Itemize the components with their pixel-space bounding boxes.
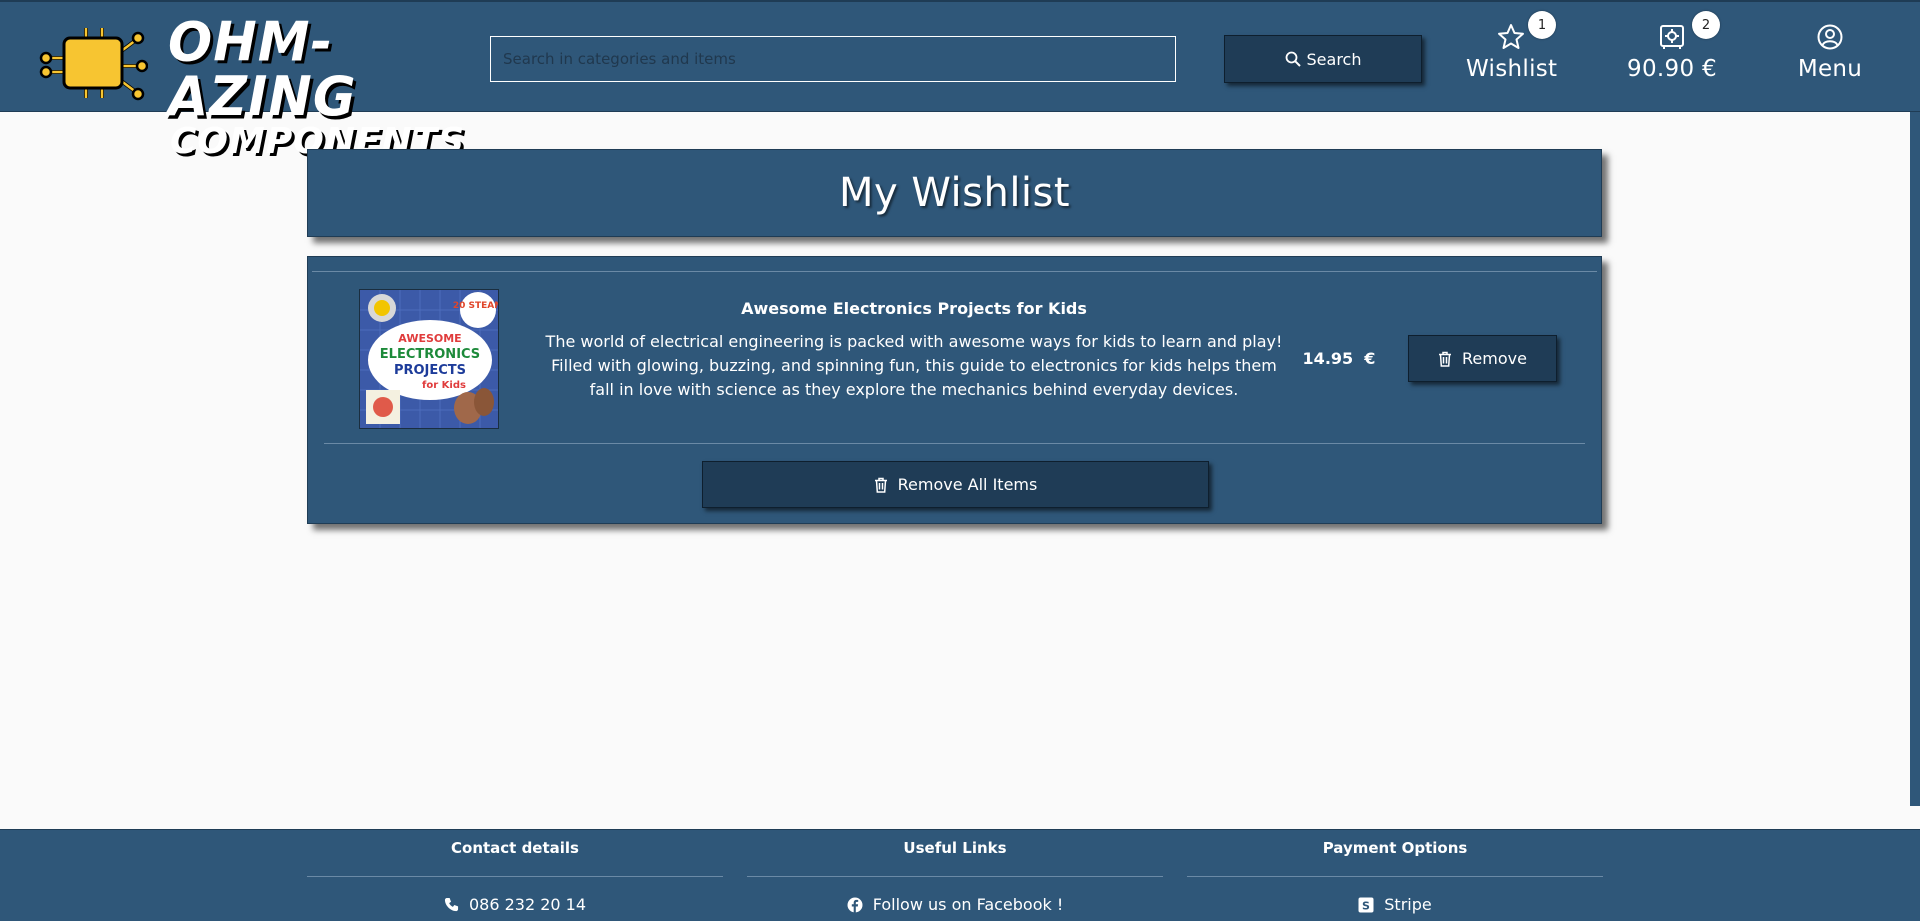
divider [747, 876, 1163, 877]
user-circle-icon [1817, 24, 1843, 50]
footer-phone-number: 086 232 20 14 [468, 895, 587, 914]
wishlist-link[interactable]: Wishlist 1 [1466, 11, 1558, 92]
scrollbar[interactable] [1910, 112, 1920, 806]
item-description: The world of electrical engineering is p… [545, 332, 1283, 399]
logo-text: OHM-AZING COMPONENTS [168, 11, 465, 160]
search-input[interactable] [490, 36, 1176, 82]
phone-icon [444, 897, 459, 912]
remove-all-label: Remove All Items [897, 475, 1038, 494]
stripe-icon: S [1358, 897, 1374, 912]
book-cover-image: 20 STEAM AWESOME ELECTRONICS PROJECTS fo… [360, 290, 499, 428]
menu-button[interactable]: Menu [1790, 22, 1870, 92]
cart-link[interactable]: 90.90 € 2 [1620, 11, 1724, 92]
page-title: My Wishlist [838, 170, 1071, 216]
footer-stripe: S Stripe [1187, 895, 1603, 914]
cover-line3: PROJECTS [394, 363, 466, 378]
footer-contact-heading: Contact details [451, 839, 579, 857]
remove-item-button[interactable]: Remove [1408, 335, 1557, 382]
site-footer: Contact details 086 232 20 14 Useful Lin… [0, 829, 1920, 921]
circuit-chip-icon [39, 28, 148, 101]
footer-links-heading: Useful Links [903, 839, 1007, 857]
item-price: 14.95 € [1302, 349, 1376, 368]
star-icon [1498, 24, 1524, 49]
cover-line4: for Kids [422, 380, 466, 391]
cover-line1: AWESOME [398, 332, 461, 345]
remove-item-label: Remove [1462, 349, 1527, 368]
wishlist-label: Wishlist [1466, 56, 1558, 82]
cart-count-badge: 2 [1692, 11, 1720, 39]
footer-facebook-link[interactable]: Follow us on Facebook ! [747, 895, 1163, 914]
search-button[interactable]: Search [1224, 35, 1422, 83]
footer-stripe-label: Stripe [1384, 895, 1432, 914]
menu-label: Menu [1797, 56, 1863, 82]
footer-facebook-label: Follow us on Facebook ! [872, 895, 1064, 914]
site-header: OHM-AZING COMPONENTS Search Wishlist 1 9… [0, 0, 1920, 160]
search-button-label: Search [1306, 49, 1362, 69]
site-logo[interactable]: OHM-AZING COMPONENTS [38, 14, 464, 160]
remove-all-button[interactable]: Remove All Items [702, 461, 1209, 508]
footer-links-column: Useful Links Follow us on Facebook ! [747, 830, 1163, 914]
safe-icon [1660, 25, 1684, 49]
footer-phone[interactable]: 086 232 20 14 [307, 895, 723, 914]
footer-payment-column: Payment Options S Stripe [1187, 830, 1603, 914]
divider [324, 443, 1585, 444]
cover-badge: 20 STEAM [453, 301, 499, 311]
footer-contact-column: Contact details 086 232 20 14 [307, 830, 723, 914]
cart-total: 90.90 € [1627, 56, 1717, 82]
search-icon [1285, 51, 1301, 67]
wishlist-card: 20 STEAM AWESOME ELECTRONICS PROJECTS fo… [307, 256, 1602, 524]
wishlist-title-card: My Wishlist [307, 149, 1602, 237]
trash-icon [1439, 351, 1452, 367]
wishlist-count-badge: 1 [1528, 11, 1556, 39]
logo-line1: OHM-AZING [168, 11, 357, 129]
product-image[interactable]: 20 STEAM AWESOME ELECTRONICS PROJECTS fo… [359, 289, 499, 429]
wishlist-item-info: Awesome Electronics Projects for Kids Th… [544, 299, 1284, 402]
divider [1187, 876, 1603, 877]
divider [307, 876, 723, 877]
divider [312, 271, 1597, 272]
facebook-icon [847, 897, 863, 912]
svg-text:S: S [1362, 899, 1370, 912]
cover-line2: ELECTRONICS [380, 347, 480, 362]
footer-payment-heading: Payment Options [1322, 839, 1468, 857]
trash-icon [874, 477, 887, 493]
item-title[interactable]: Awesome Electronics Projects for Kids [544, 299, 1284, 318]
